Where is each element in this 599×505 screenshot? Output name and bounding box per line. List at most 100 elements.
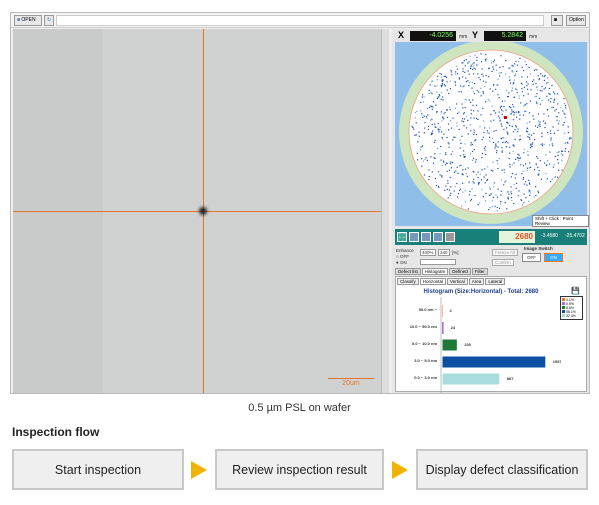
defect-image-view[interactable]: 20um <box>13 29 389 393</box>
defect-dot <box>491 206 493 208</box>
enhance-on-radio[interactable]: ● ON <box>396 260 414 266</box>
defect-dot <box>424 127 426 129</box>
defect-dot <box>470 200 472 202</box>
tab-defect-list[interactable]: Defect list <box>395 268 421 275</box>
defect-dot <box>431 171 433 173</box>
image-switch-off[interactable]: OFF <box>522 253 541 262</box>
histogram-title: Histogram (Size:Horizontal) - Total: 268… <box>423 289 539 295</box>
subtab-lateral[interactable]: Lateral <box>485 278 506 285</box>
defect-dot <box>522 165 525 167</box>
defect-dot <box>430 133 432 136</box>
tab-histogram[interactable]: Histogram <box>421 268 449 275</box>
tab-defined[interactable]: Defined <box>449 268 471 275</box>
defect-dot <box>428 93 430 95</box>
defect-dot <box>426 159 429 162</box>
defect-dot <box>477 118 479 120</box>
defect-dot <box>464 65 466 67</box>
defect-dot <box>443 133 445 135</box>
freeze-all-button[interactable]: Freeze All <box>492 249 519 256</box>
value-field[interactable]: 340 <box>438 249 450 256</box>
defect-dot <box>464 168 467 170</box>
defect-dot <box>501 100 503 102</box>
confirm-button[interactable]: Confirm <box>492 259 514 266</box>
defect-dot <box>512 144 514 146</box>
defect-dot <box>459 188 462 190</box>
defect-dot <box>543 113 545 115</box>
defect-dot <box>465 81 467 83</box>
histogram-subtabs: Classify Horizontal Vertical Area Lateral <box>397 278 506 285</box>
defect-dot <box>497 163 499 165</box>
defect-dot <box>495 152 498 154</box>
defect-dot <box>456 166 458 168</box>
defect-dot <box>484 149 486 151</box>
defect-dot <box>485 192 487 194</box>
defect-dot <box>483 131 485 134</box>
defect-dot <box>511 111 513 113</box>
defect-dot <box>557 103 559 105</box>
defect-dot <box>535 164 537 166</box>
defect-dot <box>486 179 488 182</box>
camera-icon[interactable]: ◙ <box>551 15 563 26</box>
scrollbar[interactable] <box>381 29 389 393</box>
zoom-in-icon[interactable] <box>409 232 419 242</box>
defect-dot <box>565 107 567 109</box>
defect-dot <box>486 178 489 181</box>
brightness-slider[interactable] <box>420 259 456 265</box>
open-button[interactable]: ■ OPEN <box>14 15 42 26</box>
defect-dot <box>473 67 475 69</box>
defect-dot <box>433 141 436 143</box>
wafer-map[interactable] <box>395 42 587 226</box>
defect-dot <box>555 116 557 118</box>
subtab-classify[interactable]: Classify <box>397 278 419 285</box>
defect-dot <box>501 150 503 152</box>
fit-icon[interactable]: ⛶ <box>397 232 407 242</box>
defect-dot <box>465 99 468 101</box>
zoom-select[interactable]: 400% <box>420 249 436 256</box>
defect-dot <box>485 60 487 62</box>
defect-dot <box>486 132 488 134</box>
defect-dot <box>477 183 480 185</box>
defect-dot <box>524 110 526 112</box>
defect-dot <box>479 173 481 175</box>
option-button[interactable]: Option <box>566 15 586 26</box>
subtab-vertical[interactable]: Vertical <box>447 278 468 285</box>
category-label: 5.0 ~ 10.0 nm <box>412 341 437 346</box>
defect-dot <box>475 159 477 161</box>
defect-dot <box>541 144 544 147</box>
y-unit: mm <box>529 34 538 40</box>
defect-dot <box>525 181 527 183</box>
defect-dot <box>529 121 531 123</box>
select-icon[interactable] <box>433 232 443 242</box>
subtab-area[interactable]: Area <box>468 278 485 285</box>
defect-dot <box>509 124 511 127</box>
defect-dot <box>547 77 549 79</box>
defect-dot <box>537 192 540 194</box>
defect-dot <box>458 165 461 167</box>
save-icon[interactable]: 💾 <box>571 287 580 295</box>
defect-dot <box>484 182 486 184</box>
defect-dot <box>468 81 471 84</box>
settings-icon[interactable] <box>445 232 455 242</box>
defect-dot <box>519 57 521 59</box>
defect-dot <box>550 97 552 100</box>
defect-dot <box>511 70 513 72</box>
defect-dot <box>507 133 509 135</box>
refresh-icon[interactable]: ↻ <box>44 15 54 26</box>
defect-dot <box>505 60 507 62</box>
path-field[interactable] <box>56 15 544 26</box>
defect-dot <box>518 154 520 156</box>
defect-dot <box>558 120 561 122</box>
defect-dot <box>550 137 552 139</box>
defect-dot <box>481 73 484 75</box>
subtab-horizontal[interactable]: Horizontal <box>419 278 447 285</box>
defect-dot <box>472 68 474 71</box>
defect-dot <box>449 163 452 165</box>
tab-filter[interactable]: Filter <box>471 268 488 275</box>
image-switch-on[interactable]: ON <box>544 253 563 262</box>
defect-dot <box>458 189 461 192</box>
defect-dot <box>425 116 427 118</box>
defect-dot <box>416 159 419 161</box>
defect-dot <box>510 197 513 199</box>
defect-dot <box>468 182 470 184</box>
zoom-out-icon[interactable] <box>421 232 431 242</box>
